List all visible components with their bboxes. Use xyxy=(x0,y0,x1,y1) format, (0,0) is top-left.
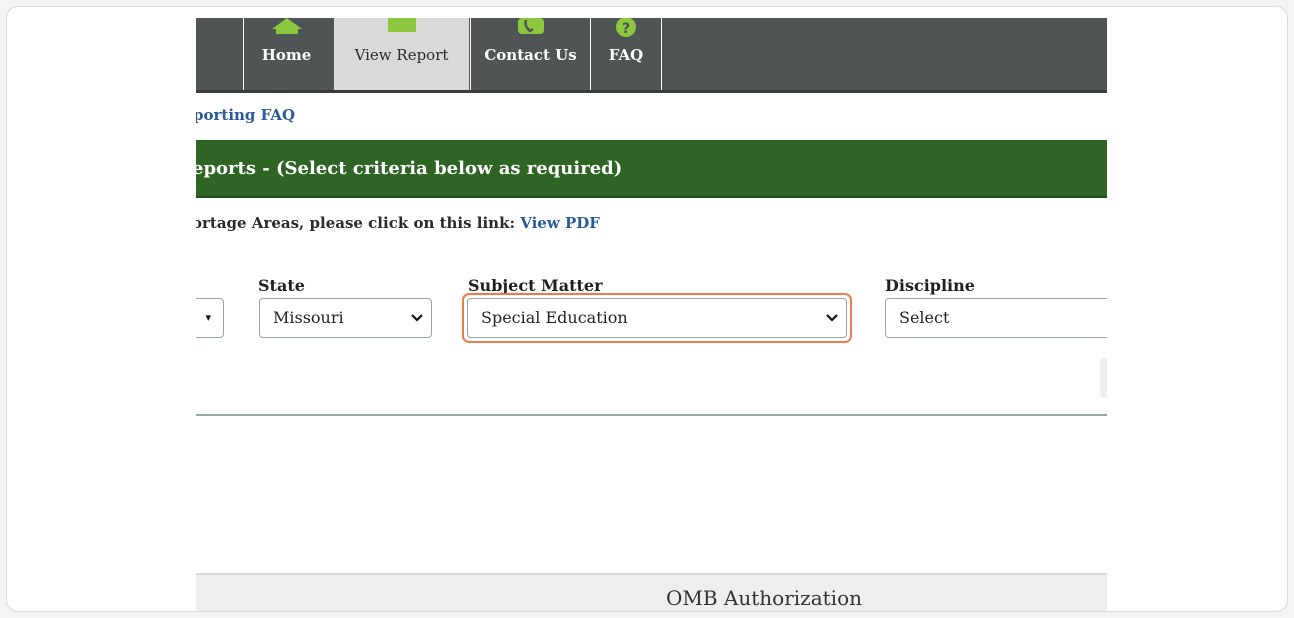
shortage-areas-instruction: ortage Areas, please click on this link:… xyxy=(196,214,600,232)
caret-down-icon: ▾ xyxy=(205,311,211,324)
banner-title: eports - (Select criteria below as requi… xyxy=(196,158,623,179)
svg-text:?: ? xyxy=(622,21,630,37)
state-label: State xyxy=(258,276,305,295)
view-pdf-link[interactable]: View PDF xyxy=(520,214,600,232)
nav-home[interactable]: Home xyxy=(243,18,329,90)
discipline-label: Discipline xyxy=(885,276,975,295)
nav-contact-us-label: Contact Us xyxy=(484,46,577,64)
discipline-value: Select xyxy=(899,308,950,327)
reports-banner: eports - (Select criteria below as requi… xyxy=(196,140,1107,198)
omb-authorization-link[interactable]: OMB Authorization xyxy=(666,575,862,611)
question-icon: ? xyxy=(616,18,636,37)
state-value: Missouri xyxy=(273,308,344,327)
footer-bar: OMB Authorization xyxy=(196,573,1107,611)
focus-highlight xyxy=(462,293,852,343)
search-button[interactable] xyxy=(1100,358,1107,398)
nav-contact-us[interactable]: Contact Us xyxy=(470,18,590,90)
home-icon xyxy=(271,18,302,34)
partial-select[interactable]: ▾ xyxy=(196,298,224,338)
screenshot-frame: Home View Report Contact Us ? FAQ portin… xyxy=(6,6,1288,612)
nav-view-report-label: View Report xyxy=(354,46,449,64)
discipline-select[interactable]: Select xyxy=(885,298,1107,338)
nav-faq-label: FAQ xyxy=(608,46,644,64)
instruction-text: ortage Areas, please click on this link: xyxy=(196,214,521,232)
nav-home-label: Home xyxy=(261,46,312,64)
breadcrumb-faq-link[interactable]: porting FAQ xyxy=(196,106,295,124)
top-nav-bar: Home View Report Contact Us ? FAQ xyxy=(196,18,1107,93)
chevron-down-icon xyxy=(411,299,423,353)
nav-faq[interactable]: ? FAQ xyxy=(590,18,662,90)
browser-viewport: Home View Report Contact Us ? FAQ portin… xyxy=(196,18,1107,611)
state-select[interactable]: Missouri xyxy=(259,298,432,338)
nav-view-report[interactable]: View Report xyxy=(334,18,469,90)
section-divider xyxy=(196,414,1107,416)
report-icon xyxy=(387,18,416,32)
phone-icon xyxy=(517,18,544,34)
